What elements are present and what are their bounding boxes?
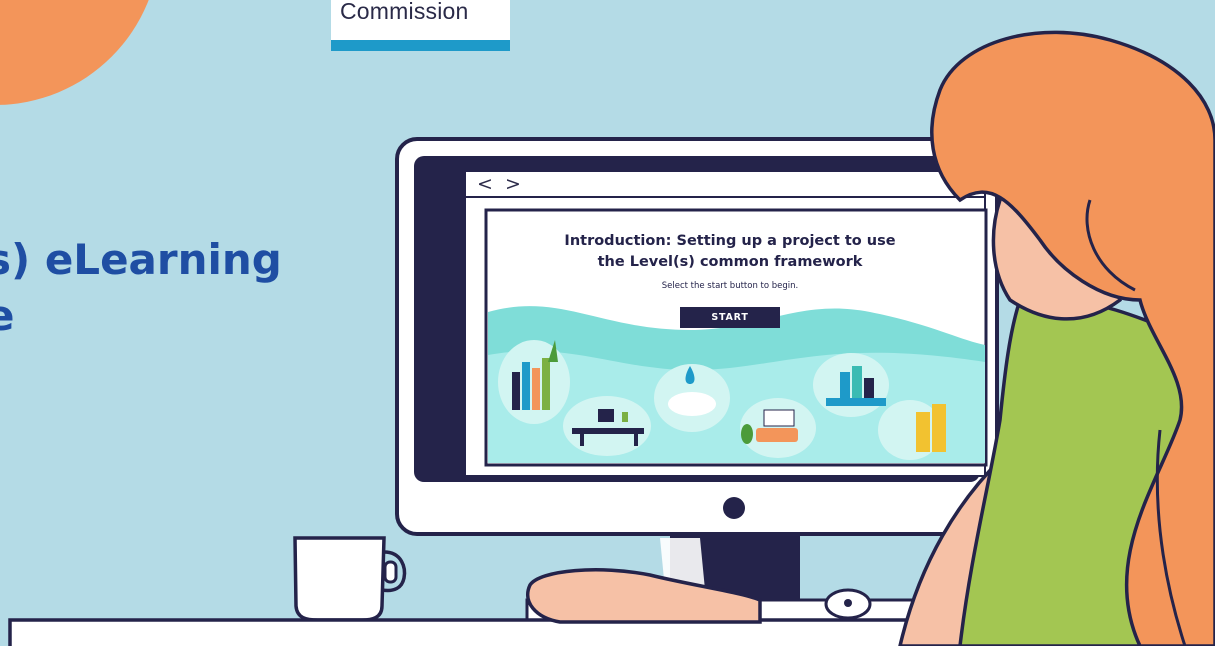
start-button[interactable]: START — [680, 307, 780, 328]
monitor-power-dot — [723, 497, 745, 519]
slide-instruction: Select the start button to begin. — [661, 281, 799, 291]
back-arrow-icon[interactable]: < — [477, 173, 493, 196]
slide-heading: Introduction: Setting up a project to us… — [564, 233, 896, 270]
logo-accent-bar — [331, 40, 510, 51]
commission-logo: Commission — [331, 0, 510, 51]
browser-toolbar: < > — [467, 173, 947, 196]
slide-illustration — [488, 306, 985, 463]
forward-arrow-icon[interactable]: > — [505, 173, 521, 196]
coffee-mug — [293, 536, 407, 622]
orange-circle-decoration — [0, 0, 149, 105]
logo-text: Commission — [340, 0, 469, 24]
course-title: s) eLearning e — [0, 235, 282, 340]
